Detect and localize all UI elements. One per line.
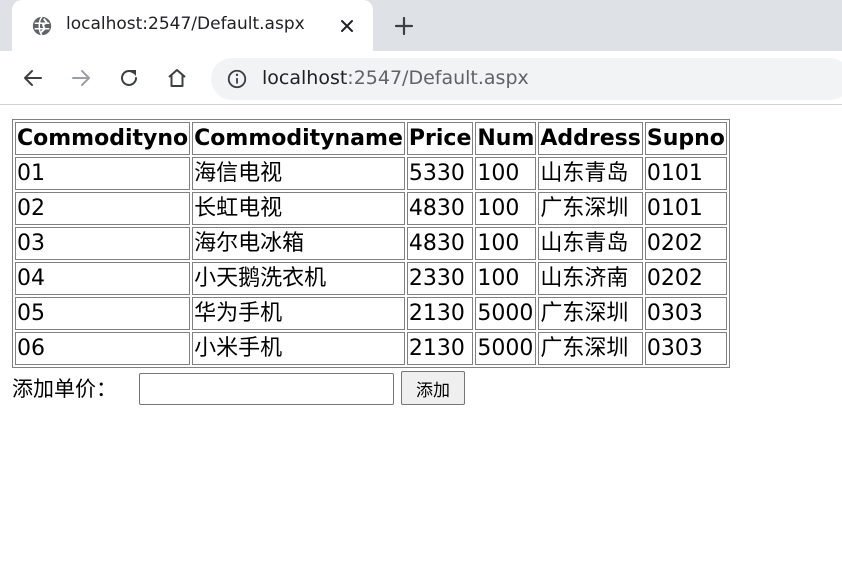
cell-supno: 0101 — [644, 192, 727, 225]
cell-commodityno: 03 — [15, 227, 191, 260]
table-row: 06 小米手机 2130 5000 广东深圳 0303 — [15, 332, 727, 365]
header-commodityname: Commodityname — [192, 122, 405, 155]
cell-commodityname: 小米手机 — [192, 332, 405, 365]
header-supno: Supno — [644, 122, 727, 155]
cell-price: 2130 — [406, 297, 474, 330]
browser-toolbar: localhost:2547/Default.aspx — [0, 51, 842, 105]
cell-address: 山东青岛 — [538, 157, 643, 190]
cell-supno: 0202 — [644, 227, 727, 260]
home-icon[interactable] — [165, 66, 189, 90]
table-row: 03 海尔电冰箱 4830 100 山东青岛 0202 — [15, 227, 727, 260]
address-bar[interactable]: localhost:2547/Default.aspx — [211, 58, 842, 100]
cell-supno: 0303 — [644, 297, 727, 330]
cell-price: 4830 — [406, 192, 474, 225]
price-input[interactable] — [139, 373, 394, 405]
cell-price: 2130 — [406, 332, 474, 365]
table-row: 01 海信电视 5330 100 山东青岛 0101 — [15, 157, 727, 190]
cell-price: 5330 — [406, 157, 474, 190]
cell-num: 5000 — [475, 332, 537, 365]
cell-address: 广东深圳 — [538, 192, 643, 225]
header-num: Num — [475, 122, 537, 155]
cell-num: 100 — [475, 262, 537, 295]
price-field-label: 添加单价： — [12, 377, 117, 401]
back-arrow-icon[interactable] — [21, 66, 45, 90]
forward-arrow-icon[interactable] — [69, 66, 93, 90]
table-row: 02 长虹电视 4830 100 广东深圳 0101 — [15, 192, 727, 225]
cell-address: 山东青岛 — [538, 227, 643, 260]
header-price: Price — [406, 122, 474, 155]
header-address: Address — [538, 122, 643, 155]
page-content: Commodityno Commodityname Price Num Addr… — [0, 106, 842, 579]
table-row: 05 华为手机 2130 5000 广东深圳 0303 — [15, 297, 727, 330]
cell-num: 100 — [475, 157, 537, 190]
tab-title: localhost:2547/Default.aspx — [66, 14, 305, 34]
cell-supno: 0202 — [644, 262, 727, 295]
cell-supno: 0303 — [644, 332, 727, 365]
browser-tab[interactable]: localhost:2547/Default.aspx — [12, 0, 373, 51]
new-tab-plus-icon[interactable] — [392, 14, 416, 38]
cell-commodityname: 华为手机 — [192, 297, 405, 330]
cell-address: 广东深圳 — [538, 332, 643, 365]
url-host: localhost — [262, 67, 348, 89]
cell-commodityno: 02 — [15, 192, 191, 225]
cell-commodityno: 05 — [15, 297, 191, 330]
cell-commodityno: 01 — [15, 157, 191, 190]
globe-icon — [32, 16, 52, 36]
add-button[interactable]: 添加 — [401, 371, 465, 405]
header-commodityno: Commodityno — [15, 122, 191, 155]
cell-address: 广东深圳 — [538, 297, 643, 330]
cell-num: 100 — [475, 227, 537, 260]
cell-num: 100 — [475, 192, 537, 225]
reload-icon[interactable] — [117, 66, 141, 90]
close-icon[interactable] — [337, 16, 357, 36]
table-header-row: Commodityno Commodityname Price Num Addr… — [15, 122, 727, 155]
tab-strip: localhost:2547/Default.aspx — [0, 0, 842, 51]
cell-price: 4830 — [406, 227, 474, 260]
cell-commodityname: 长虹电视 — [192, 192, 405, 225]
cell-commodityno: 04 — [15, 262, 191, 295]
url-text: localhost:2547/Default.aspx — [262, 67, 529, 89]
cell-commodityname: 小天鹅洗衣机 — [192, 262, 405, 295]
cell-supno: 0101 — [644, 157, 727, 190]
cell-price: 2330 — [406, 262, 474, 295]
table-row: 04 小天鹅洗衣机 2330 100 山东济南 0202 — [15, 262, 727, 295]
cell-commodityno: 06 — [15, 332, 191, 365]
commodity-table: Commodityno Commodityname Price Num Addr… — [12, 119, 730, 368]
info-icon[interactable] — [226, 68, 248, 90]
url-path: :2547/Default.aspx — [347, 67, 529, 89]
cell-num: 5000 — [475, 297, 537, 330]
cell-commodityname: 海信电视 — [192, 157, 405, 190]
cell-address: 山东济南 — [538, 262, 643, 295]
cell-commodityname: 海尔电冰箱 — [192, 227, 405, 260]
